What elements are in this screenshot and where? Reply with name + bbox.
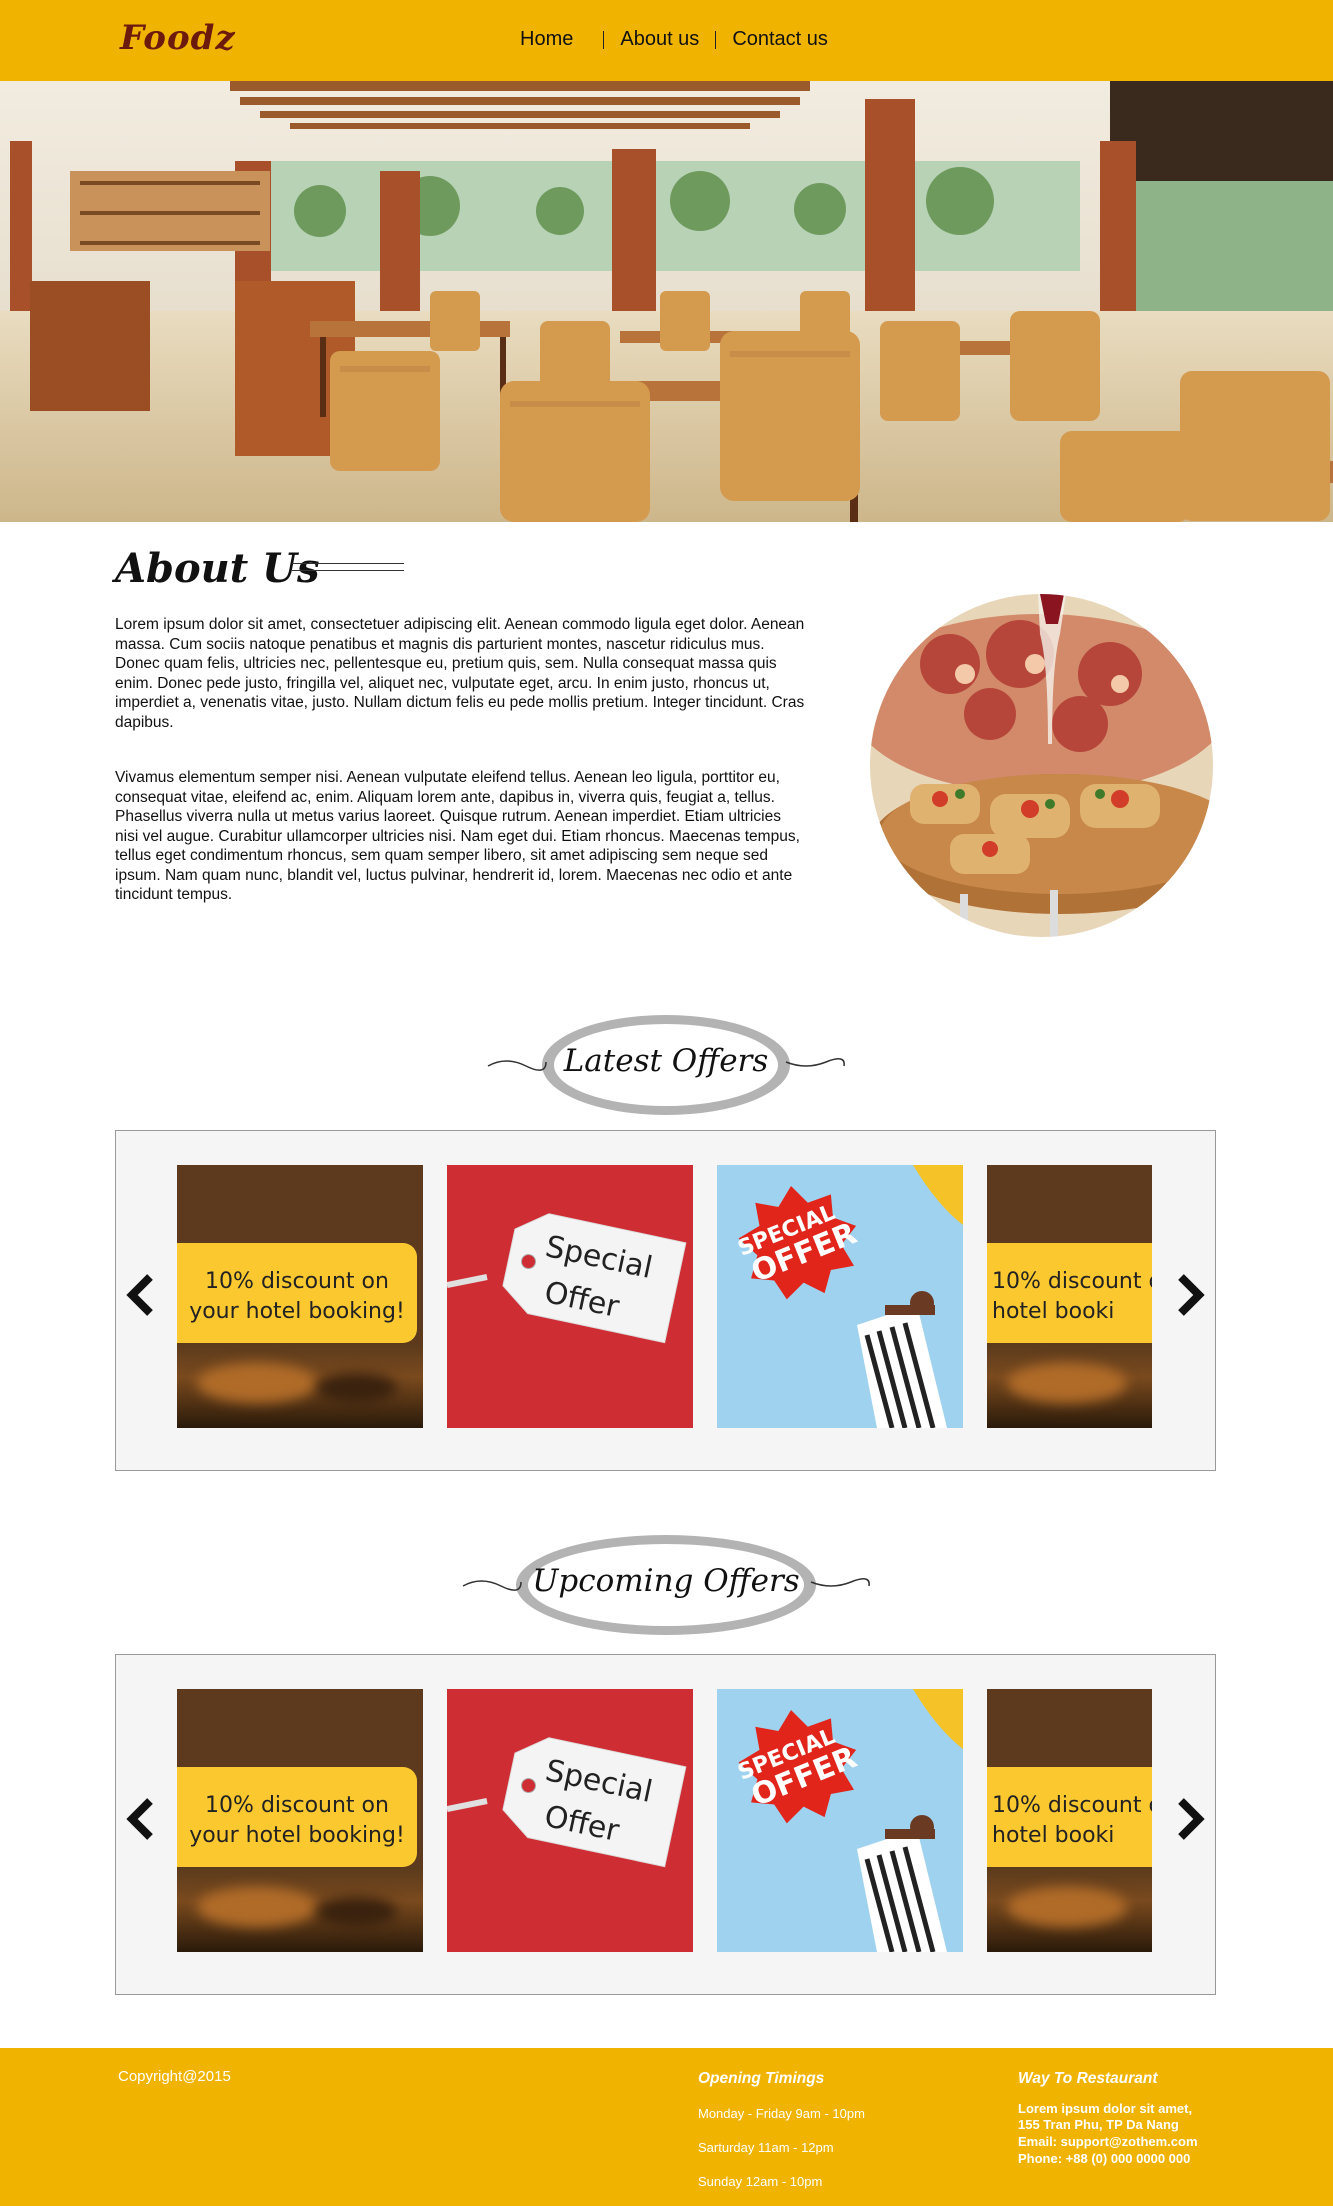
offer-card-hotel[interactable]: 10% discount on your hotel booking! [177, 1689, 423, 1952]
price-tag-icon: Special Offer [447, 1213, 687, 1344]
site-header: Foodz Home About us Contact us [0, 0, 1333, 81]
upcoming-offers-carousel: 10% discount on your hotel booking! Spec… [115, 1654, 1216, 1995]
timing-line: Sunday 12am - 10pm [698, 2174, 823, 2189]
about-paragraph: Vivamus elementum semper nisi. Aenean vu… [115, 769, 800, 903]
offer-card-special-tag[interactable]: Special Offer [447, 1165, 693, 1428]
offer-text: 10% discount on your hotel booking! [189, 1793, 405, 1848]
offer-card-hotel[interactable]: 10% discount on your hotel booking! [177, 1165, 423, 1428]
latest-offers-carousel: 10% discount on your hotel booking! Spec… [115, 1130, 1216, 1471]
main-nav: Home About us Contact us [520, 28, 828, 51]
opening-timings-title: Opening Timings [698, 2070, 825, 2087]
offer-text: 10% discount o your hotel booki [992, 1793, 1152, 1848]
chevron-right-icon[interactable] [1175, 1273, 1207, 1317]
phone-line[interactable]: Phone: +88 (0) 000 0000 000 [1018, 2151, 1190, 2168]
logo[interactable]: Foodz [120, 18, 236, 58]
copyright-text: Copyright@2015 [118, 2068, 231, 2085]
special-offer-star-icon: SPECIAL OFFER [734, 1689, 963, 1952]
offer-card-special-tag[interactable]: Special Offer [447, 1689, 693, 1952]
nav-about[interactable]: About us [620, 28, 699, 51]
latest-offers-heading: Latest Offers [486, 1012, 846, 1118]
chevron-left-icon[interactable] [124, 1273, 156, 1317]
special-offer-star-icon: SPECIAL OFFER [734, 1165, 963, 1428]
offer-blur-image [177, 1867, 423, 1952]
offer-text: 10% discount o your hotel booki [992, 1269, 1152, 1324]
address-line: 155 Tran Phu, TP Da Nang [1018, 2117, 1179, 2132]
timing-line: Monday - Friday 9am - 10pm [698, 2106, 865, 2121]
site-footer: Copyright@2015 Opening Timings Monday - … [0, 2048, 1333, 2206]
offer-card-special-star[interactable]: SPECIAL OFFER [717, 1689, 963, 1952]
about-paragraph: Lorem ipsum dolor sit amet, consectetuer… [115, 616, 805, 731]
nav-home[interactable]: Home [520, 28, 573, 51]
hero-restaurant-image [0, 81, 1333, 522]
way-to-restaurant-title: Way To Restaurant [1018, 2070, 1158, 2087]
nav-contact[interactable]: Contact us [732, 28, 828, 51]
offer-blur-image [987, 1867, 1152, 1952]
address-line: Lorem ipsum dolor sit amet, [1018, 2101, 1193, 2116]
timing-line: Sarturday 11am - 12pm [698, 2140, 834, 2155]
title-underline [292, 563, 404, 577]
offer-card-hotel[interactable]: 10% discount o your hotel booki [987, 1165, 1152, 1428]
chevron-right-icon[interactable] [1175, 1797, 1207, 1841]
about-title: About Us [115, 545, 320, 592]
offer-blur-image [177, 1343, 423, 1428]
email-line[interactable]: Email: support@zothem.com [1018, 2134, 1198, 2151]
nav-divider [715, 30, 717, 49]
chevron-left-icon[interactable] [124, 1797, 156, 1841]
food-platter-image [870, 594, 1213, 937]
offer-text: 10% discount on your hotel booking! [189, 1269, 405, 1324]
restaurant-illustration [0, 81, 1333, 522]
upcoming-offers-title: Upcoming Offers [532, 1563, 800, 1599]
price-tag-icon: Special Offer [447, 1737, 687, 1868]
latest-offers-title: Latest Offers [563, 1043, 769, 1079]
upcoming-offers-heading: Upcoming Offers [461, 1532, 871, 1638]
nav-divider [603, 30, 605, 49]
offer-card-hotel[interactable]: 10% discount o your hotel booki [987, 1689, 1152, 1952]
offer-blur-image [987, 1343, 1152, 1428]
offer-card-special-star[interactable]: SPECIAL OFFER [717, 1165, 963, 1428]
